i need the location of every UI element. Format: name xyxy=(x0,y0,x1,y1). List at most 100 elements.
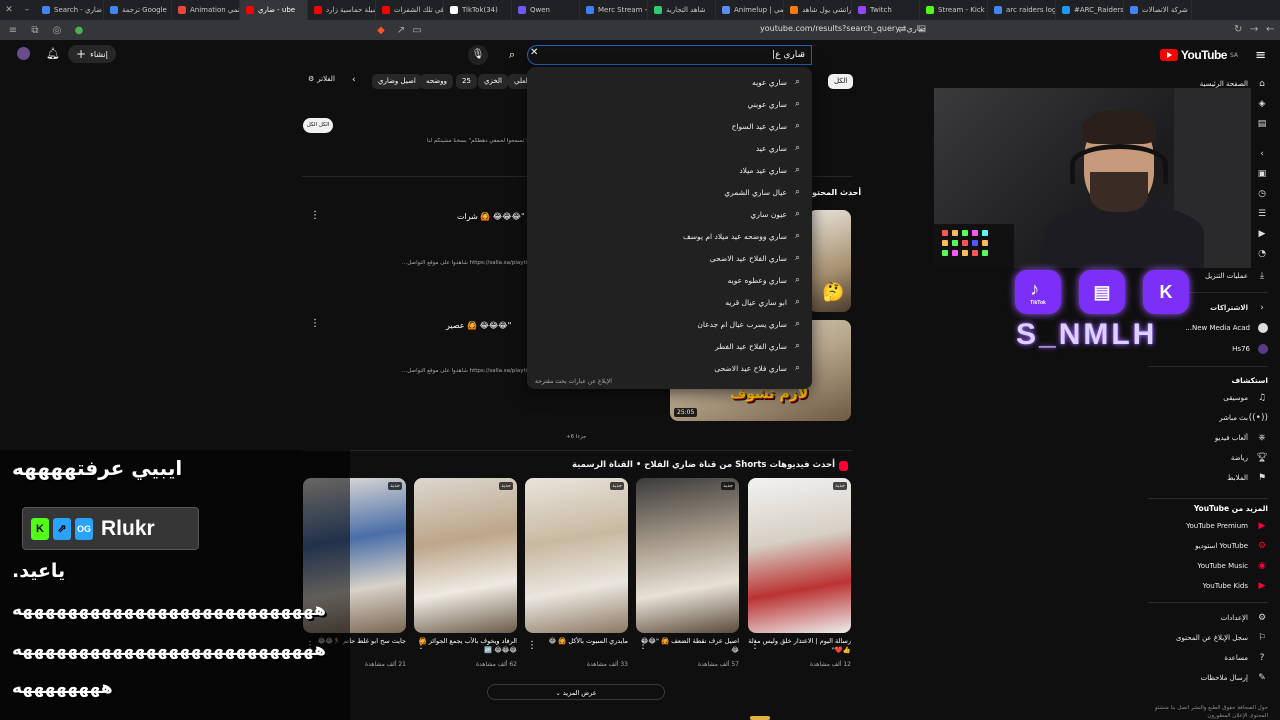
tabs-icon[interactable]: ⧉ xyxy=(28,25,42,36)
share-icon[interactable]: ↗ xyxy=(394,25,408,36)
sidebar-icon-videos[interactable]: ▶ xyxy=(1256,226,1268,242)
more-options-icon[interactable]: ⋮ xyxy=(750,640,760,651)
chip-item[interactable]: 25 xyxy=(456,74,477,89)
guide-menu-icon[interactable]: ≡ xyxy=(1255,48,1266,63)
browser-tab[interactable]: شركة الاتصالات xyxy=(1124,0,1192,20)
suggestion-item[interactable]: ساري عيد السواح ⌕ xyxy=(527,115,812,137)
chip-item[interactable]: اصيل وضاري xyxy=(372,74,422,89)
result-thumbnail[interactable]: 🤔 xyxy=(808,210,851,312)
sidebar-item-explore[interactable]: ⎈ ألعاب فيديو xyxy=(1215,430,1268,446)
search-button[interactable]: ⌕ xyxy=(500,45,524,65)
short-thumbnail[interactable]: جديد xyxy=(636,478,739,633)
more-options-icon[interactable]: ⋮ xyxy=(416,640,426,651)
sidebar-item-youtube[interactable]: ▶ YouTube Premium xyxy=(1186,518,1268,534)
translate-icon[interactable]: ⇄ xyxy=(898,24,906,35)
short-thumbnail[interactable]: جديد xyxy=(525,478,628,633)
screenshot-icon[interactable]: ▭ xyxy=(410,25,424,36)
short-caption[interactable]: الرفاد ويخوف بالأب يجمع الجوائز 🙆😂😂😂 🆙 xyxy=(414,637,517,655)
chip-item[interactable]: الخزي xyxy=(478,74,508,89)
voice-search-icon[interactable]: 🎙 xyxy=(468,45,488,65)
browser-tab[interactable]: شاهد التجارية xyxy=(648,0,716,20)
browser-tab[interactable]: في تلك الشفرات xyxy=(376,0,444,20)
suggestion-item[interactable]: ساري عيد ⌕ xyxy=(527,137,812,159)
browser-tab[interactable]: Animation انمي xyxy=(172,0,240,20)
shield-icon[interactable]: ● xyxy=(72,25,86,36)
sidebar-item-settings[interactable]: ⚐ سجل الإبلاغ عن المحتوى xyxy=(1176,630,1268,646)
browser-tab[interactable]: Qwen xyxy=(512,0,580,20)
suggestion-item[interactable]: ساري وعطوه عويه ⌕ xyxy=(527,269,812,291)
more-options-icon[interactable]: ⋮ xyxy=(527,640,537,651)
sidebar-icon-you[interactable]: › xyxy=(1256,146,1268,162)
browser-tab[interactable]: ضاري - ube xyxy=(240,0,308,20)
more-options-icon[interactable]: ⋮ xyxy=(310,210,320,221)
short-thumbnail[interactable]: جديد xyxy=(414,478,517,633)
youtube-logo[interactable]: YouTube SA xyxy=(1159,48,1238,62)
sidebar-item-explore[interactable]: ⚑ الملابط xyxy=(1227,470,1268,486)
sidebar-item-explore[interactable]: ♫ موسيقى xyxy=(1223,390,1268,406)
more-results-count[interactable]: +6 جزءا xyxy=(566,434,586,440)
short-caption[interactable]: مايدري السبوت بالأكل 🙆 😂 xyxy=(525,637,628,655)
browser-tab[interactable]: ترجمة Google xyxy=(104,0,172,20)
short-caption[interactable]: رسالة اليوم | الاعتذار خلق وليس مذلة 👍❤️… xyxy=(748,637,851,655)
browser-tab[interactable]: Merc Stream - D xyxy=(580,0,648,20)
sidebar-item-explore[interactable]: ((•)) بث مباشر xyxy=(1219,410,1268,426)
chip-item[interactable]: ووضحه xyxy=(420,74,453,89)
sidebar-item-downloads[interactable]: ⤓ عمليات التنزيل xyxy=(1205,268,1268,284)
clear-search-icon[interactable]: ✕ xyxy=(530,47,538,58)
sidebar-icon-channel[interactable]: ▣ xyxy=(1256,166,1268,182)
suggestion-item[interactable]: عيال ساري الشمري ⌕ xyxy=(527,181,812,203)
sidebar-item-sub[interactable]: Hs76 xyxy=(1232,341,1268,357)
suggestion-item[interactable]: ساري فلاح عيد الاضحى ⌕ xyxy=(527,357,812,379)
more-options-icon[interactable]: ⋮ xyxy=(638,640,648,651)
sidebar-item-sub[interactable]: New Media Acad... xyxy=(1185,320,1268,336)
sidebar-item-settings[interactable]: ? مساعدة xyxy=(1224,650,1268,666)
sidebar-item-explore[interactable]: 🏆︎ رياضة xyxy=(1231,450,1268,466)
sidebar-icon-watch-later[interactable]: ◔ xyxy=(1256,246,1268,262)
sidebar-item-youtube[interactable]: ▶ YouTube Kids xyxy=(1203,578,1268,594)
browser-tab[interactable]: TikTok(34) xyxy=(444,0,512,20)
chip-all[interactable]: الكل xyxy=(828,74,854,89)
forward-icon[interactable]: → xyxy=(1250,24,1258,35)
suggestion-item[interactable]: ساري ووضحه عيد ميلاد ام يوسف ⌕ xyxy=(527,225,812,247)
browser-tab[interactable]: شيلة حماسية زارد xyxy=(308,0,376,20)
brave-icon[interactable]: ◆ xyxy=(374,25,388,36)
search-input[interactable] xyxy=(534,50,805,60)
short-thumbnail[interactable]: جديد xyxy=(748,478,851,633)
close-window-icon[interactable]: ✕ xyxy=(0,5,18,15)
sidebar-icon-playlists[interactable]: ☰ xyxy=(1256,206,1268,222)
search-box[interactable]: ⌕ xyxy=(527,45,812,65)
sidebar-item-youtube[interactable]: ◉ YouTube Music xyxy=(1197,558,1268,574)
sidebar-item-settings[interactable]: ✎ إرسال ملاحظات xyxy=(1201,670,1268,686)
result-title[interactable]: "😂😂😂 🙆 عصير xyxy=(446,321,511,330)
create-button[interactable]: + إنشاء xyxy=(68,45,116,63)
suggestion-item[interactable]: ساري عيد ميلاد ⌕ xyxy=(527,159,812,181)
reload-icon[interactable]: ↻ xyxy=(1234,24,1242,35)
short-caption[interactable]: اصيل عرف نقطة الضعف 🙆 "😂😂😂 xyxy=(636,637,739,655)
report-suggestions-link[interactable]: الإبلاغ عن عبارات بحث مقترحة xyxy=(535,378,612,385)
browser-tab[interactable]: arc raiders logo xyxy=(988,0,1056,20)
suggestion-item[interactable]: ساري عوبني ⌕ xyxy=(527,93,812,115)
notifications-bell-icon[interactable]: 🔔︎ xyxy=(46,47,60,60)
sidebar-icon-shorts[interactable]: ◈ xyxy=(1256,96,1268,112)
browser-tab[interactable]: Search - ضاري xyxy=(36,0,104,20)
sidebar-icon-history[interactable]: ◷ xyxy=(1256,186,1268,202)
browser-tab[interactable]: كراتشي يول شاهد xyxy=(784,0,852,20)
browser-tab[interactable]: Stream - Kick D xyxy=(920,0,988,20)
result-title[interactable]: "😂😂😂 🙆 شرات xyxy=(457,212,525,221)
suggestion-item[interactable]: ساري الفلاح عيد الفطر ⌕ xyxy=(527,335,812,357)
bookmark-icon[interactable]: ⊟ xyxy=(918,24,926,35)
suggestion-item[interactable]: ساري الفلاح عيد الاضحى ⌕ xyxy=(527,247,812,269)
sidebar-subscriptions-head[interactable]: ‹ الاشتراكات xyxy=(1210,300,1268,316)
clear-all-chip[interactable]: الكل الكل xyxy=(303,118,333,133)
sidebar-item-youtube[interactable]: ⚙ YouTube استوديو xyxy=(1195,538,1268,554)
account-avatar[interactable] xyxy=(17,47,30,60)
sidebar-item-settings[interactable]: ⚙ الإعدادات xyxy=(1221,610,1268,626)
suggestion-item[interactable]: ساري يسرب عيال ام جدعان ⌕ xyxy=(527,313,812,335)
menu-icon[interactable]: ≡ xyxy=(6,25,20,36)
suggestion-item[interactable]: ابو ساري عيال قريه ⌕ xyxy=(527,291,812,313)
extension-icon[interactable]: ◎ xyxy=(50,25,64,36)
suggestion-item[interactable]: ساري عويه ⌕ xyxy=(527,71,812,93)
back-icon[interactable]: ← xyxy=(1266,24,1274,35)
browser-tab[interactable]: #ARC_Raiders xyxy=(1056,0,1124,20)
suggestion-item[interactable]: عيون ساري ⌕ xyxy=(527,203,812,225)
